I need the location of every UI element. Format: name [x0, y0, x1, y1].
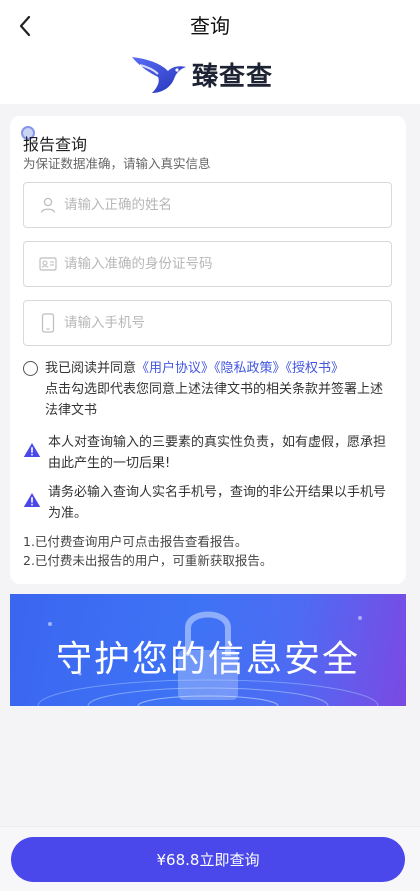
warning-text: 本人对查询输入的三要素的真实性负责，如有虚假，愿承担由此产生的一切后果! — [48, 435, 387, 471]
top-bar: 查询 臻查查 — [0, 0, 420, 104]
card-title: 报告查询 — [23, 135, 88, 154]
name-input[interactable] — [64, 197, 391, 213]
id-number-input[interactable] — [64, 256, 391, 272]
eagle-logo-icon — [132, 57, 186, 93]
agreement-line: 我已阅读并同意《用户协议》《隐私政策》《授权书》 — [23, 358, 393, 379]
warning-text: 请务必输入查询人实名手机号，查询的非公开结果以手机号为准。 — [48, 485, 387, 521]
banner-text: 守护您的信息安全 — [55, 639, 360, 680]
report-query-card: 报告查询 为保证数据准确，请输入真实信息 请输入正确的姓名 请输入准确的身份证号… — [10, 116, 406, 584]
user-icon — [38, 195, 58, 215]
phone-input[interactable] — [64, 315, 391, 331]
brand-logo: 臻查查 — [130, 52, 273, 96]
pay-query-button[interactable]: ¥68.8立即查询 — [11, 837, 405, 882]
phone-icon — [38, 313, 58, 333]
page-title: 查询 — [190, 14, 230, 38]
agreement-block: 我已阅读并同意《用户协议》《隐私政策》《授权书》 点击勾选即代表您同意上述法律文… — [23, 358, 393, 421]
id-card-icon — [38, 254, 58, 274]
security-banner: 守护您的信息安全 — [10, 594, 406, 706]
warning-item: 本人对查询输入的三要素的真实性负责，如有虚假，愿承担由此产生的一切后果! — [23, 432, 393, 474]
privacy-policy-link[interactable]: 《隐私政策》 — [214, 361, 286, 376]
agreement-prefix: 我已阅读并同意 — [45, 361, 137, 376]
phone-field[interactable] — [23, 300, 392, 346]
agreement-radio[interactable] — [23, 361, 38, 376]
agreement-note: 点击勾选即代表您同意上述法律文书的相关条款并签署上述法律文书 — [45, 382, 384, 418]
warning-icon — [23, 443, 41, 457]
note-item: 1.已付费查询用户可点击报告查看报告。 — [23, 534, 248, 549]
user-protocol-link[interactable]: 《用户协议》 — [136, 361, 214, 376]
id-field[interactable] — [23, 241, 392, 287]
notes-list: 1.已付费查询用户可点击报告查看报告。 2.已付费未出报告的用户，可重新获取报告… — [23, 532, 272, 570]
authorization-link[interactable]: 《授权书》 — [286, 361, 345, 376]
card-subtitle: 为保证数据准确，请输入真实信息 — [23, 156, 211, 171]
note-item: 2.已付费未出报告的用户，可重新获取报告。 — [23, 553, 273, 568]
warning-item: 请务必输入查询人实名手机号，查询的非公开结果以手机号为准。 — [23, 482, 393, 524]
name-field[interactable] — [23, 182, 392, 228]
brand-name: 臻查查 — [192, 61, 274, 92]
warning-icon — [23, 493, 41, 507]
